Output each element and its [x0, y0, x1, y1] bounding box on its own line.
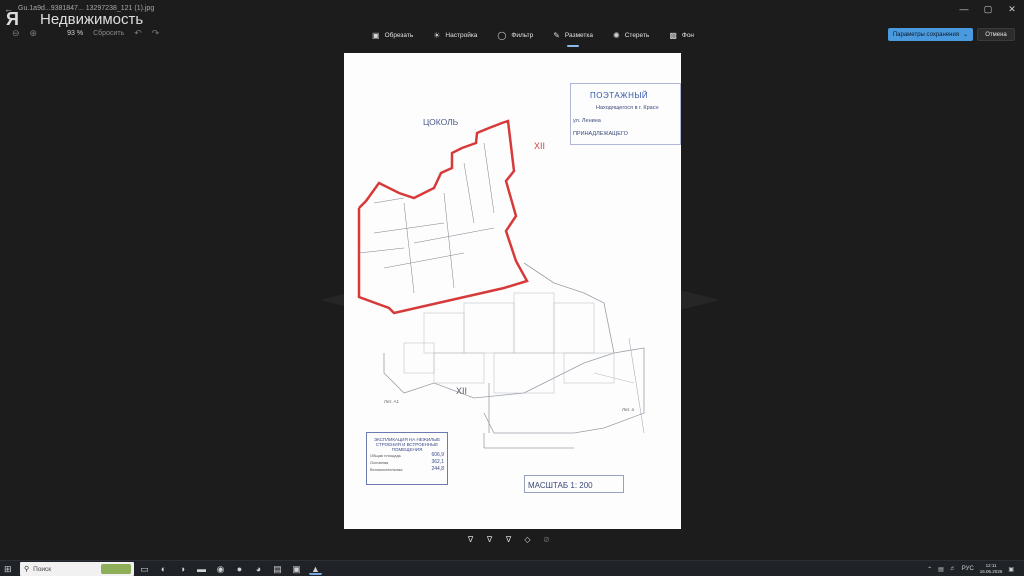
- maximize-button[interactable]: ▢: [976, 0, 1000, 20]
- zoom-in-icon[interactable]: ⊕: [30, 28, 38, 39]
- window-controls: — ▢ ✕: [952, 0, 1024, 20]
- tool-erase[interactable]: ✺ Стереть: [603, 28, 659, 42]
- volume-icon[interactable]: ♬: [950, 566, 956, 572]
- explication-row-label: Вспомогательная: [370, 467, 403, 472]
- tool-markup[interactable]: ✎ Разметка: [543, 28, 603, 47]
- explication-row-label: Общая площадь: [370, 453, 401, 458]
- tool-filter[interactable]: ◯ Фильтр: [487, 28, 543, 42]
- erase-icon: ✺: [613, 30, 620, 40]
- word-icon[interactable]: ▣: [290, 563, 303, 575]
- markup-icon: ✎: [553, 30, 560, 40]
- watermark: Я Недвижимость: [6, 9, 143, 29]
- ruler-icon[interactable]: ⊘: [542, 535, 551, 545]
- network-icon[interactable]: ▤: [938, 566, 944, 573]
- tool-adjust[interactable]: ☀ Настройка: [423, 28, 487, 42]
- crop-icon: ▣: [372, 30, 380, 40]
- tool-crop[interactable]: ▣ Обрезать: [362, 28, 423, 42]
- clock-date: 16.05.2026: [979, 569, 1003, 574]
- tool-background-label: Фон: [681, 31, 695, 39]
- tool-background[interactable]: ▩ Фон: [659, 28, 704, 42]
- tool-adjust-label: Настройка: [445, 31, 478, 39]
- edge-browser-icon[interactable]: ◑: [176, 563, 189, 575]
- explication-row: Вспомогательная 244,8: [367, 466, 447, 473]
- photos-app-window: ← Gu.1a9d...9381847... 13297238_121 (1).…: [0, 0, 1024, 560]
- internet-explorer-icon[interactable]: ◕: [252, 563, 265, 575]
- edge-icon[interactable]: ◐: [157, 563, 170, 575]
- search-highlight-image: [101, 564, 131, 574]
- stamp-location: Находящегося в г. Красн: [596, 105, 659, 111]
- tool-markup-label: Разметка: [564, 31, 594, 39]
- tool-filter-label: Фильтр: [511, 31, 534, 39]
- title-bar: ← Gu.1a9d...9381847... 13297238_121 (1).…: [0, 0, 1024, 20]
- tray-chevron-icon[interactable]: ⌃: [927, 566, 932, 573]
- view-controls: ⊖ ⊕ 93 % Сбросить ↶ ↷: [12, 28, 159, 39]
- notifications-icon[interactable]: ▣: [1008, 566, 1014, 573]
- tool-crop-label: Обрезать: [384, 31, 414, 39]
- stamp-title: ПОЭТАЖНЫЙ: [590, 91, 649, 100]
- reset-button[interactable]: Сбросить: [93, 30, 124, 37]
- filter-icon: ◯: [497, 30, 507, 40]
- explication-row-value: 244,8: [431, 466, 444, 472]
- chrome-icon[interactable]: ◉: [214, 563, 227, 575]
- taskbar: ⊞ ⚲ Поиск ▭ ◐ ◑ ▬ ◉ ● ◕ ▤ ▣ ▲ ⌃ ▤ ♬ РУС …: [0, 560, 1024, 576]
- explication-row: Основная 362,1: [367, 459, 447, 466]
- windows-start-icon[interactable]: ⊞: [4, 564, 12, 575]
- save-options-button[interactable]: Параметры сохранения ⌄: [888, 28, 973, 41]
- explication-row: Общая площадь 606,9: [367, 452, 447, 459]
- edit-toolbar: ▣ Обрезать ☀ Настройка ◯ Фильтр ✎ Размет…: [362, 28, 704, 47]
- eraser-icon[interactable]: ◇: [523, 535, 532, 545]
- tool-erase-label: Стереть: [624, 31, 650, 39]
- zoom-level[interactable]: 93 %: [67, 30, 83, 37]
- highlighter-icon[interactable]: ∇: [504, 535, 513, 545]
- notepad-icon[interactable]: ▤: [271, 563, 284, 575]
- taskbar-apps: ▭ ◐ ◑ ▬ ◉ ● ◕ ▤ ▣ ▲: [138, 563, 322, 575]
- search-placeholder: Поиск: [33, 565, 52, 573]
- explication-row-value: 606,9: [431, 452, 444, 458]
- clock[interactable]: 12:11 16.05.2026: [980, 563, 1003, 575]
- search-icon: ⚲: [24, 566, 30, 573]
- minimize-button[interactable]: —: [952, 0, 976, 20]
- undo-icon[interactable]: ↶: [134, 28, 142, 39]
- explication-row-value: 362,1: [431, 459, 444, 465]
- explication-row-label: Основная: [370, 460, 389, 465]
- file-explorer-icon[interactable]: ▬: [195, 563, 208, 575]
- stamp-street: ул. Ленина: [573, 118, 601, 124]
- pencil-icon[interactable]: ∇: [485, 535, 494, 545]
- lit-label-left: Лит. А1: [384, 399, 400, 404]
- taskbar-search[interactable]: ⚲ Поиск: [20, 562, 134, 576]
- yandex-browser-icon[interactable]: ●: [233, 563, 246, 575]
- chevron-down-icon: ⌄: [963, 32, 969, 38]
- explication-heading: ЭКСПЛИКАЦИЯ НА НЕЖИЛЫЕ СТРОЕНИЯ И ВСТРОЕ…: [373, 437, 441, 452]
- ballpoint-pen-icon[interactable]: ∇: [466, 535, 475, 545]
- task-view-icon[interactable]: ▭: [138, 563, 151, 575]
- language-indicator[interactable]: РУС: [962, 566, 974, 572]
- zoom-out-icon[interactable]: ⊖: [12, 28, 20, 39]
- background-icon: ▩: [669, 30, 677, 40]
- save-options-label: Параметры сохранения: [892, 31, 960, 38]
- brightness-icon: ☀: [433, 30, 441, 40]
- cancel-button[interactable]: Отмена: [977, 28, 1015, 41]
- floor-plan-image[interactable]: ПОЭТАЖНЫЙ Находящегося в г. Красн ул. Ле…: [344, 53, 681, 529]
- close-button[interactable]: ✕: [1000, 0, 1024, 20]
- watermark-text: Недвижимость: [40, 10, 144, 28]
- redo-icon[interactable]: ↷: [152, 28, 160, 39]
- lit-label-right: Лит. а: [622, 407, 635, 412]
- system-tray: ⌃ ▤ ♬ РУС 12:11 16.05.2026 ▣: [927, 563, 1014, 575]
- yandex-logo: Я: [6, 9, 19, 29]
- explication-table: ЭКСПЛИКАЦИЯ НА НЕЖИЛЫЕ СТРОЕНИЯ И ВСТРОЕ…: [366, 432, 448, 485]
- scale-label: МАСШТАБ 1: 200: [528, 481, 593, 490]
- floor-label: ЦОКОЛЬ: [423, 117, 459, 127]
- stamp-owner: ПРИНАДЛЕЖАЩЕГО: [573, 131, 628, 137]
- section-number-bottom: XII: [456, 386, 468, 396]
- markup-tools: ∇ ∇ ∇ ◇ ⊘: [466, 535, 551, 545]
- section-number-top: XII: [534, 141, 546, 151]
- photos-icon[interactable]: ▲: [309, 563, 322, 575]
